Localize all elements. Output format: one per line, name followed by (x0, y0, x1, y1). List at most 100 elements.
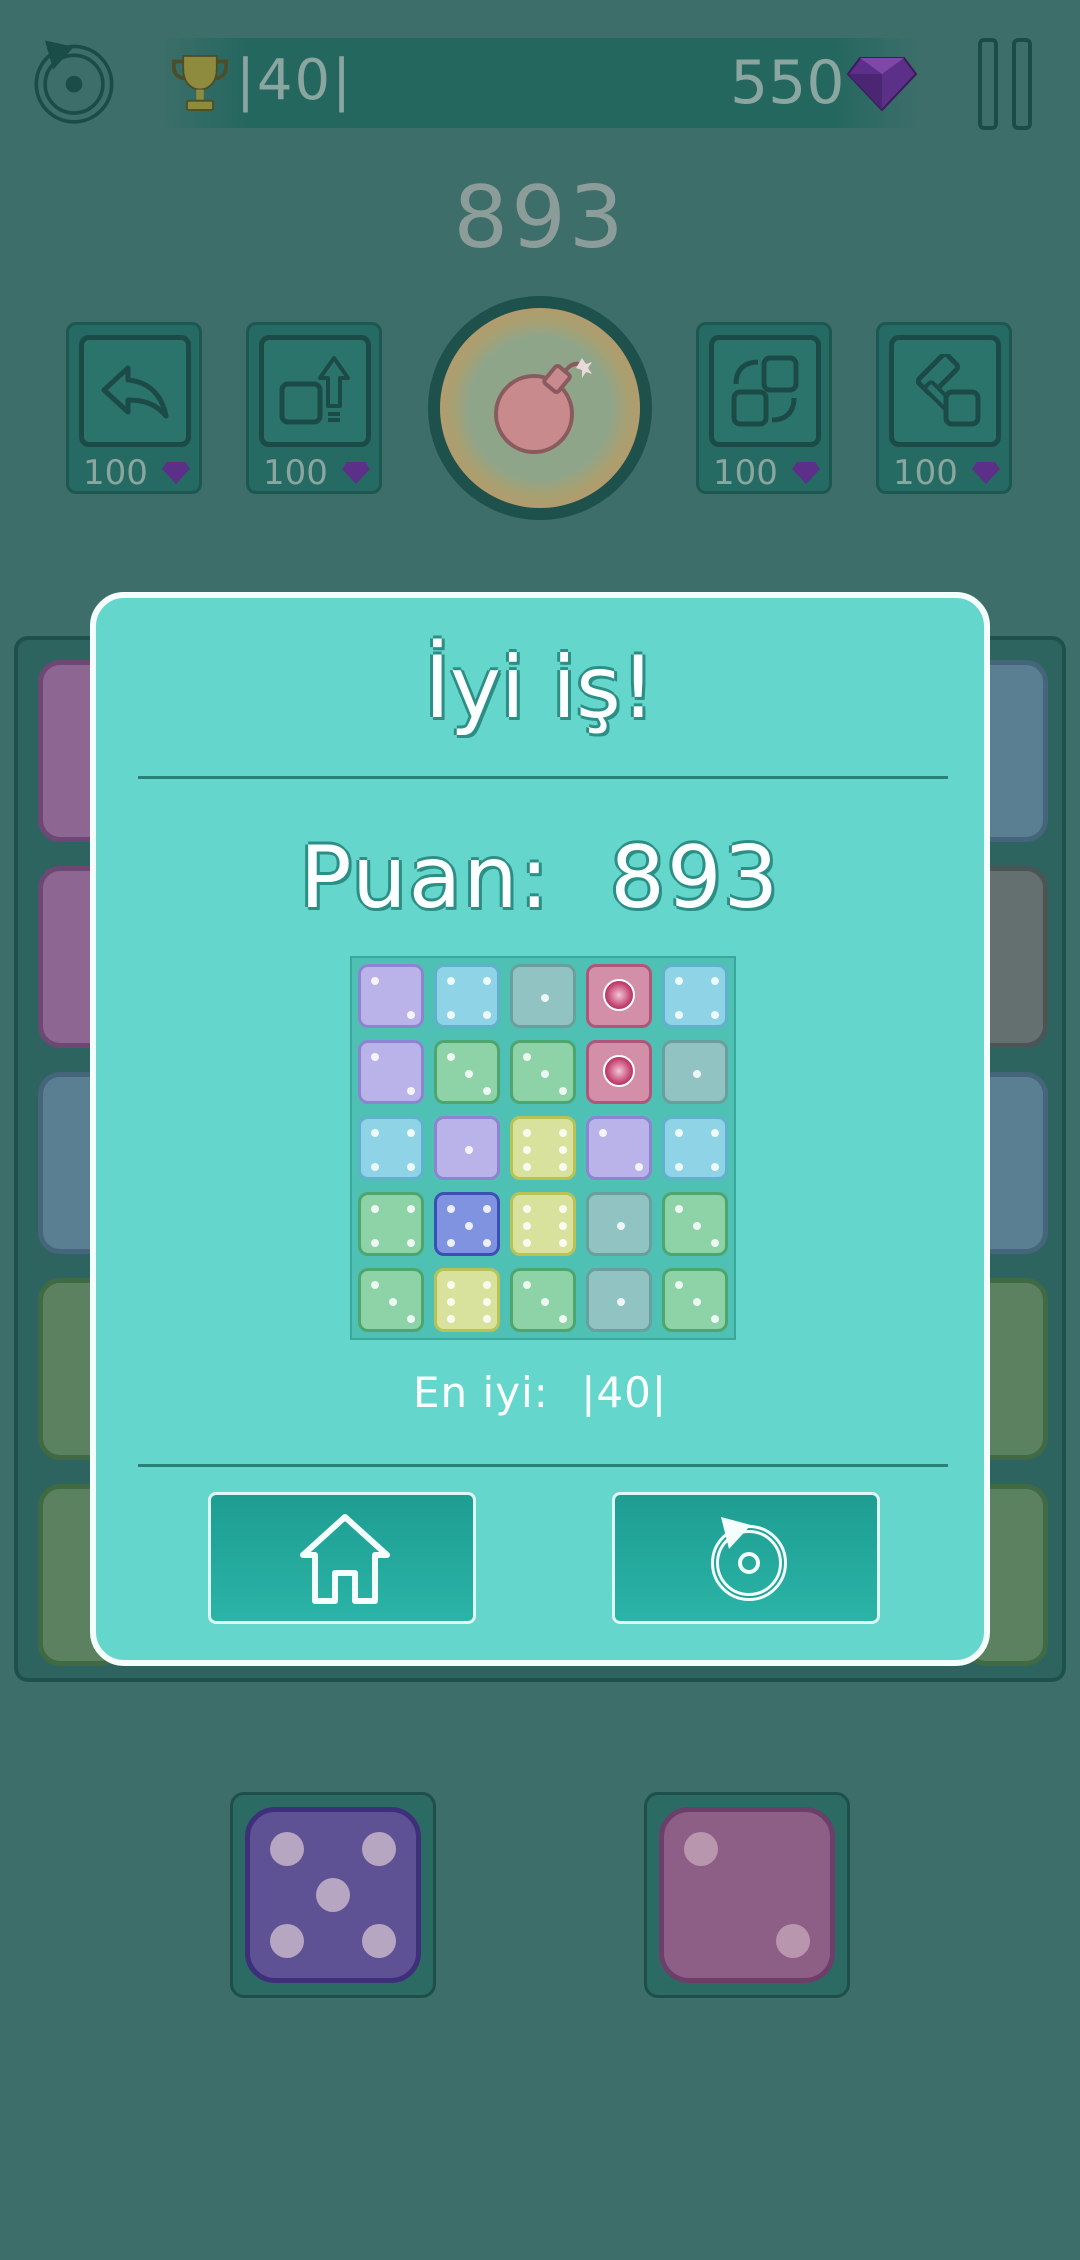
preview-die (358, 964, 424, 1028)
preview-die (434, 1268, 500, 1332)
die-pip (675, 1011, 683, 1019)
die-pip (711, 1129, 719, 1137)
preview-die (434, 1040, 500, 1104)
die-pip (711, 1239, 719, 1247)
die-pip (559, 1129, 567, 1137)
die-pip (541, 1070, 549, 1078)
preview-die (358, 1116, 424, 1180)
die-pip (483, 1281, 491, 1289)
die-pip (675, 977, 683, 985)
die-pip (465, 1070, 473, 1078)
die-pip (371, 977, 379, 985)
die-pip (371, 1129, 379, 1137)
die-pip (675, 1281, 683, 1289)
die-pip (523, 1281, 531, 1289)
die-pip (447, 1298, 455, 1306)
next-die-purple[interactable] (245, 1807, 421, 1983)
die-pip (675, 1129, 683, 1137)
die-pip (523, 1146, 531, 1154)
dialog-title: İyi iş! (424, 638, 656, 738)
restart-icon (711, 1517, 787, 1601)
restart-game-button[interactable] (22, 28, 126, 132)
undo-booster-button[interactable]: 100 (66, 322, 202, 494)
die-pip (559, 1222, 567, 1230)
restart-icon (34, 40, 114, 124)
next-die-pink[interactable] (659, 1807, 835, 1983)
next-piece-slot-1[interactable] (230, 1792, 436, 1998)
die-pip (483, 1087, 491, 1095)
preview-die (662, 1192, 728, 1256)
final-score: Puan: 893 (299, 828, 781, 928)
die-pip (447, 1239, 455, 1247)
die-pip (483, 1298, 491, 1306)
preview-die (510, 1116, 576, 1180)
die-pip (711, 1011, 719, 1019)
push-booster-button[interactable]: 100 (246, 322, 382, 494)
die-pip (559, 1315, 567, 1323)
preview-die (586, 1192, 652, 1256)
undo-price: 100 (83, 453, 148, 493)
die-pip (675, 1163, 683, 1171)
swap-booster-button[interactable]: 100 (696, 322, 832, 494)
die-pip (599, 1129, 607, 1137)
die-pip (407, 1315, 415, 1323)
preview-die (510, 964, 576, 1028)
die-pip (693, 1222, 701, 1230)
die-pip (483, 1011, 491, 1019)
undo-icon (101, 365, 169, 419)
gem-icon (972, 462, 1000, 484)
pause-button[interactable] (978, 38, 1032, 130)
home-button[interactable] (208, 1492, 476, 1624)
die-pip (407, 1205, 415, 1213)
pause-icon (978, 38, 998, 130)
preview-die (662, 1268, 728, 1332)
die-pip (523, 1053, 531, 1061)
gem-icon (603, 979, 635, 1011)
preview-die (510, 1192, 576, 1256)
die-pip (559, 1239, 567, 1247)
die-pip (541, 994, 549, 1002)
gem-icon (846, 57, 918, 112)
play-again-button[interactable] (612, 1492, 880, 1624)
die-pip (465, 1222, 473, 1230)
preview-die (586, 1268, 652, 1332)
die-pip (617, 1298, 625, 1306)
die-pip (483, 1315, 491, 1323)
gem-icon (342, 462, 370, 484)
best-score-line: En iyi: |40| (413, 1368, 667, 1417)
gem-icon (792, 462, 820, 484)
die-pip (371, 1239, 379, 1247)
die-pip (447, 1315, 455, 1323)
die-pip (711, 977, 719, 985)
preview-die (662, 1116, 728, 1180)
bomb-booster-button[interactable] (428, 296, 652, 520)
die-pip (465, 1146, 473, 1154)
die-pip (523, 1222, 531, 1230)
die-pip (711, 1315, 719, 1323)
gem-count: 550 (730, 48, 845, 118)
preview-die (358, 1268, 424, 1332)
preview-die (434, 1192, 500, 1256)
die-pip (447, 1281, 455, 1289)
preview-die (434, 1116, 500, 1180)
home-icon (300, 1514, 390, 1604)
preview-die (358, 1192, 424, 1256)
final-board-preview (350, 956, 736, 1340)
die-pip (407, 1129, 415, 1137)
die-pip (523, 1205, 531, 1213)
preview-die (510, 1268, 576, 1332)
die-pip (371, 1281, 379, 1289)
current-score: 893 (453, 168, 627, 268)
hammer-booster-button[interactable]: 100 (876, 322, 1012, 494)
next-piece-slot-2[interactable] (644, 1792, 850, 1998)
gem-icon (603, 1055, 635, 1087)
hammer-icon (915, 354, 981, 427)
hammer-price: 100 (893, 453, 958, 493)
divider (138, 776, 948, 779)
swap-icon (731, 355, 799, 427)
die-pip (407, 1087, 415, 1095)
preview-die (358, 1040, 424, 1104)
die-pip (559, 1163, 567, 1171)
die-pip (711, 1163, 719, 1171)
trophy-icon (172, 55, 228, 111)
